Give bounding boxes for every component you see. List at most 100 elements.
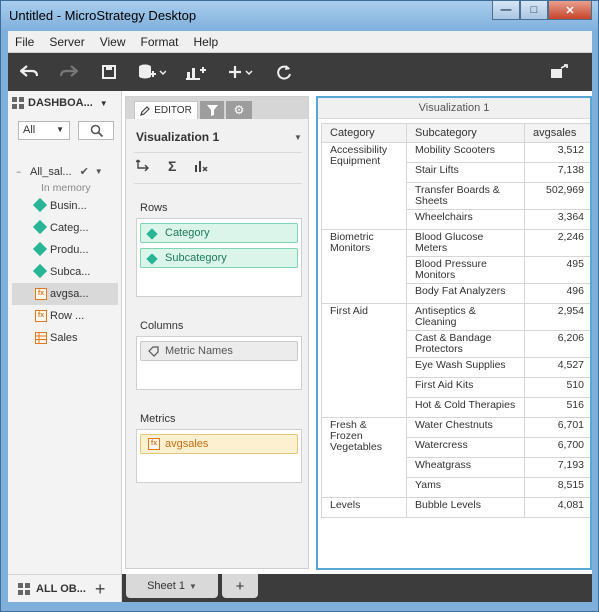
column-header-avgsales[interactable]: avgsales — [524, 123, 590, 143]
chevron-down-icon[interactable]: ▼ — [189, 582, 197, 591]
avgsales-cell[interactable]: 7,138 — [524, 162, 590, 183]
avgsales-cell[interactable]: 6,206 — [524, 330, 590, 358]
add-dataset-button[interactable]: + — [95, 580, 106, 598]
subcategory-cell[interactable]: Blood Glucose Meters — [406, 229, 525, 257]
subcategory-cell[interactable]: Cast & Bandage Protectors — [406, 330, 525, 358]
subcategory-cell[interactable]: Yams — [406, 477, 525, 498]
columns-dropzone[interactable]: Metric Names — [136, 336, 302, 390]
add-data-icon[interactable] — [138, 61, 166, 83]
subcategory-cell[interactable]: Wheelchairs — [406, 209, 525, 230]
sheet-tab-1[interactable]: Sheet 1 ▼ — [126, 574, 218, 598]
sort-icon[interactable] — [194, 159, 208, 176]
category-cell[interactable]: First Aid — [321, 303, 407, 418]
tab-filter[interactable] — [200, 101, 224, 119]
redo-icon[interactable] — [60, 61, 78, 83]
dataset-item[interactable]: − All_sal... ✔ ▼ In memory — [16, 165, 120, 195]
refresh-icon[interactable] — [276, 61, 292, 83]
tab-editor[interactable]: EDITOR — [134, 101, 198, 119]
avgsales-cell[interactable]: 3,364 — [524, 209, 590, 230]
menu-help[interactable]: Help — [187, 35, 227, 49]
search-input[interactable] — [78, 121, 114, 140]
attribute-item-category[interactable]: Categ... — [8, 217, 122, 239]
subcategory-cell[interactable]: Wheatgrass — [406, 457, 525, 478]
title-bar[interactable]: Untitled - MicroStrategy Desktop — □ ✕ — [1, 1, 598, 31]
avgsales-cell[interactable]: 4,527 — [524, 357, 590, 378]
subcategory-cell[interactable]: Stair Lifts — [406, 162, 525, 183]
table-item-sales[interactable]: Sales — [8, 327, 122, 349]
category-cell[interactable]: Accessibility Equipment — [321, 142, 407, 230]
metric-item-avgsales[interactable]: fx avgsa... — [12, 283, 118, 305]
category-cell[interactable]: Biometric Monitors — [321, 229, 407, 304]
avgsales-cell[interactable]: 4,081 — [524, 497, 590, 518]
object-filter-select[interactable]: All ▼ — [18, 121, 70, 140]
swap-icon[interactable] — [135, 159, 150, 176]
columns-pill-metric-names[interactable]: Metric Names — [140, 341, 298, 361]
column-header-subcategory[interactable]: Subcategory — [406, 123, 525, 143]
rows-pill-subcategory[interactable]: Subcategory — [140, 248, 298, 268]
subcategory-cell[interactable]: Antiseptics & Cleaning — [406, 303, 525, 331]
avgsales-cell[interactable]: 502,969 — [524, 182, 590, 210]
visualization-container[interactable]: Visualization 1 Category Subcategory avg… — [316, 96, 592, 570]
metric-item-row-count[interactable]: fx Row ... — [8, 305, 122, 327]
gear-icon: ⚙ — [233, 103, 245, 117]
visualization-title[interactable]: Visualization 1 — [318, 98, 590, 119]
attribute-item-subcategory[interactable]: Subca... — [8, 261, 122, 283]
attribute-icon — [146, 253, 158, 266]
avgsales-cell[interactable]: 510 — [524, 377, 590, 398]
category-cell[interactable]: Fresh & Frozen Vegetables — [321, 417, 407, 498]
minimize-button[interactable]: — — [492, 1, 520, 20]
subcategory-cell[interactable]: Water Chestnuts — [406, 417, 525, 438]
subcategory-cell[interactable]: Blood Pressure Monitors — [406, 256, 525, 284]
collapse-icon[interactable]: − — [16, 167, 30, 177]
avgsales-cell[interactable]: 7,193 — [524, 457, 590, 478]
column-header-category[interactable]: Category — [321, 123, 407, 143]
sheet-bar: Sheet 1 ▼ + — [122, 574, 592, 602]
avgsales-cell[interactable]: 8,515 — [524, 477, 590, 498]
datasets-header[interactable]: DASHBOA... ▼ — [12, 97, 108, 109]
rows-pill-category[interactable]: Category — [140, 223, 298, 243]
rows-dropzone[interactable]: Category Subcategory — [136, 218, 302, 297]
subcategory-cell[interactable]: Hot & Cold Therapies — [406, 397, 525, 418]
save-icon[interactable] — [102, 61, 116, 83]
avgsales-cell[interactable]: 2,954 — [524, 303, 590, 331]
avgsales-cell[interactable]: 2,246 — [524, 229, 590, 257]
undo-icon[interactable] — [20, 61, 38, 83]
avgsales-cell[interactable]: 496 — [524, 283, 590, 304]
sum-icon[interactable]: Σ — [168, 159, 176, 176]
visualization-name[interactable]: Visualization 1 — [136, 130, 219, 144]
subcategory-cell[interactable]: Watercress — [406, 437, 525, 458]
close-button[interactable]: ✕ — [548, 1, 592, 20]
menu-file[interactable]: File — [8, 35, 42, 49]
maximize-button[interactable]: □ — [520, 1, 548, 20]
subcategory-cell[interactable]: Transfer Boards & Sheets — [406, 182, 525, 210]
metrics-dropzone[interactable]: fx avgsales — [136, 429, 302, 483]
avgsales-cell[interactable]: 495 — [524, 256, 590, 284]
add-sheet-button[interactable]: + — [222, 574, 258, 598]
avgsales-cell[interactable]: 6,700 — [524, 437, 590, 458]
menu-view[interactable]: View — [93, 35, 134, 49]
metrics-pill-avgsales[interactable]: fx avgsales — [140, 434, 298, 454]
attribute-item-business[interactable]: Busin... — [8, 195, 122, 217]
subcategory-cell[interactable]: Bubble Levels — [406, 497, 525, 518]
tab-properties[interactable]: ⚙ — [226, 101, 252, 119]
subcategory-cell[interactable]: Body Fat Analyzers — [406, 283, 525, 304]
menu-server[interactable]: Server — [42, 35, 92, 49]
all-objects-label[interactable]: ALL OB... — [36, 583, 86, 595]
add-icon[interactable] — [228, 61, 254, 83]
subcategory-cell[interactable]: Mobility Scooters — [406, 142, 525, 163]
chevron-down-icon[interactable]: ▼ — [294, 133, 302, 142]
subcategory-cell[interactable]: Eye Wash Supplies — [406, 357, 525, 378]
attribute-item-product[interactable]: Produ... — [8, 239, 122, 261]
present-icon[interactable] — [550, 61, 568, 83]
avgsales-cell[interactable]: 3,512 — [524, 142, 590, 163]
insert-visualization-icon[interactable] — [186, 61, 206, 83]
search-icon — [90, 124, 104, 138]
avgsales-cell[interactable]: 516 — [524, 397, 590, 418]
table-row: Levels Bubble Levels 4,081 — [321, 497, 590, 518]
category-cell[interactable]: Levels — [321, 497, 407, 518]
avgsales-cell[interactable]: 6,701 — [524, 417, 590, 438]
chevron-down-icon[interactable]: ▼ — [95, 167, 103, 176]
chevron-down-icon[interactable]: ▼ — [100, 99, 108, 108]
menu-format[interactable]: Format — [133, 35, 186, 49]
subcategory-cell[interactable]: First Aid Kits — [406, 377, 525, 398]
